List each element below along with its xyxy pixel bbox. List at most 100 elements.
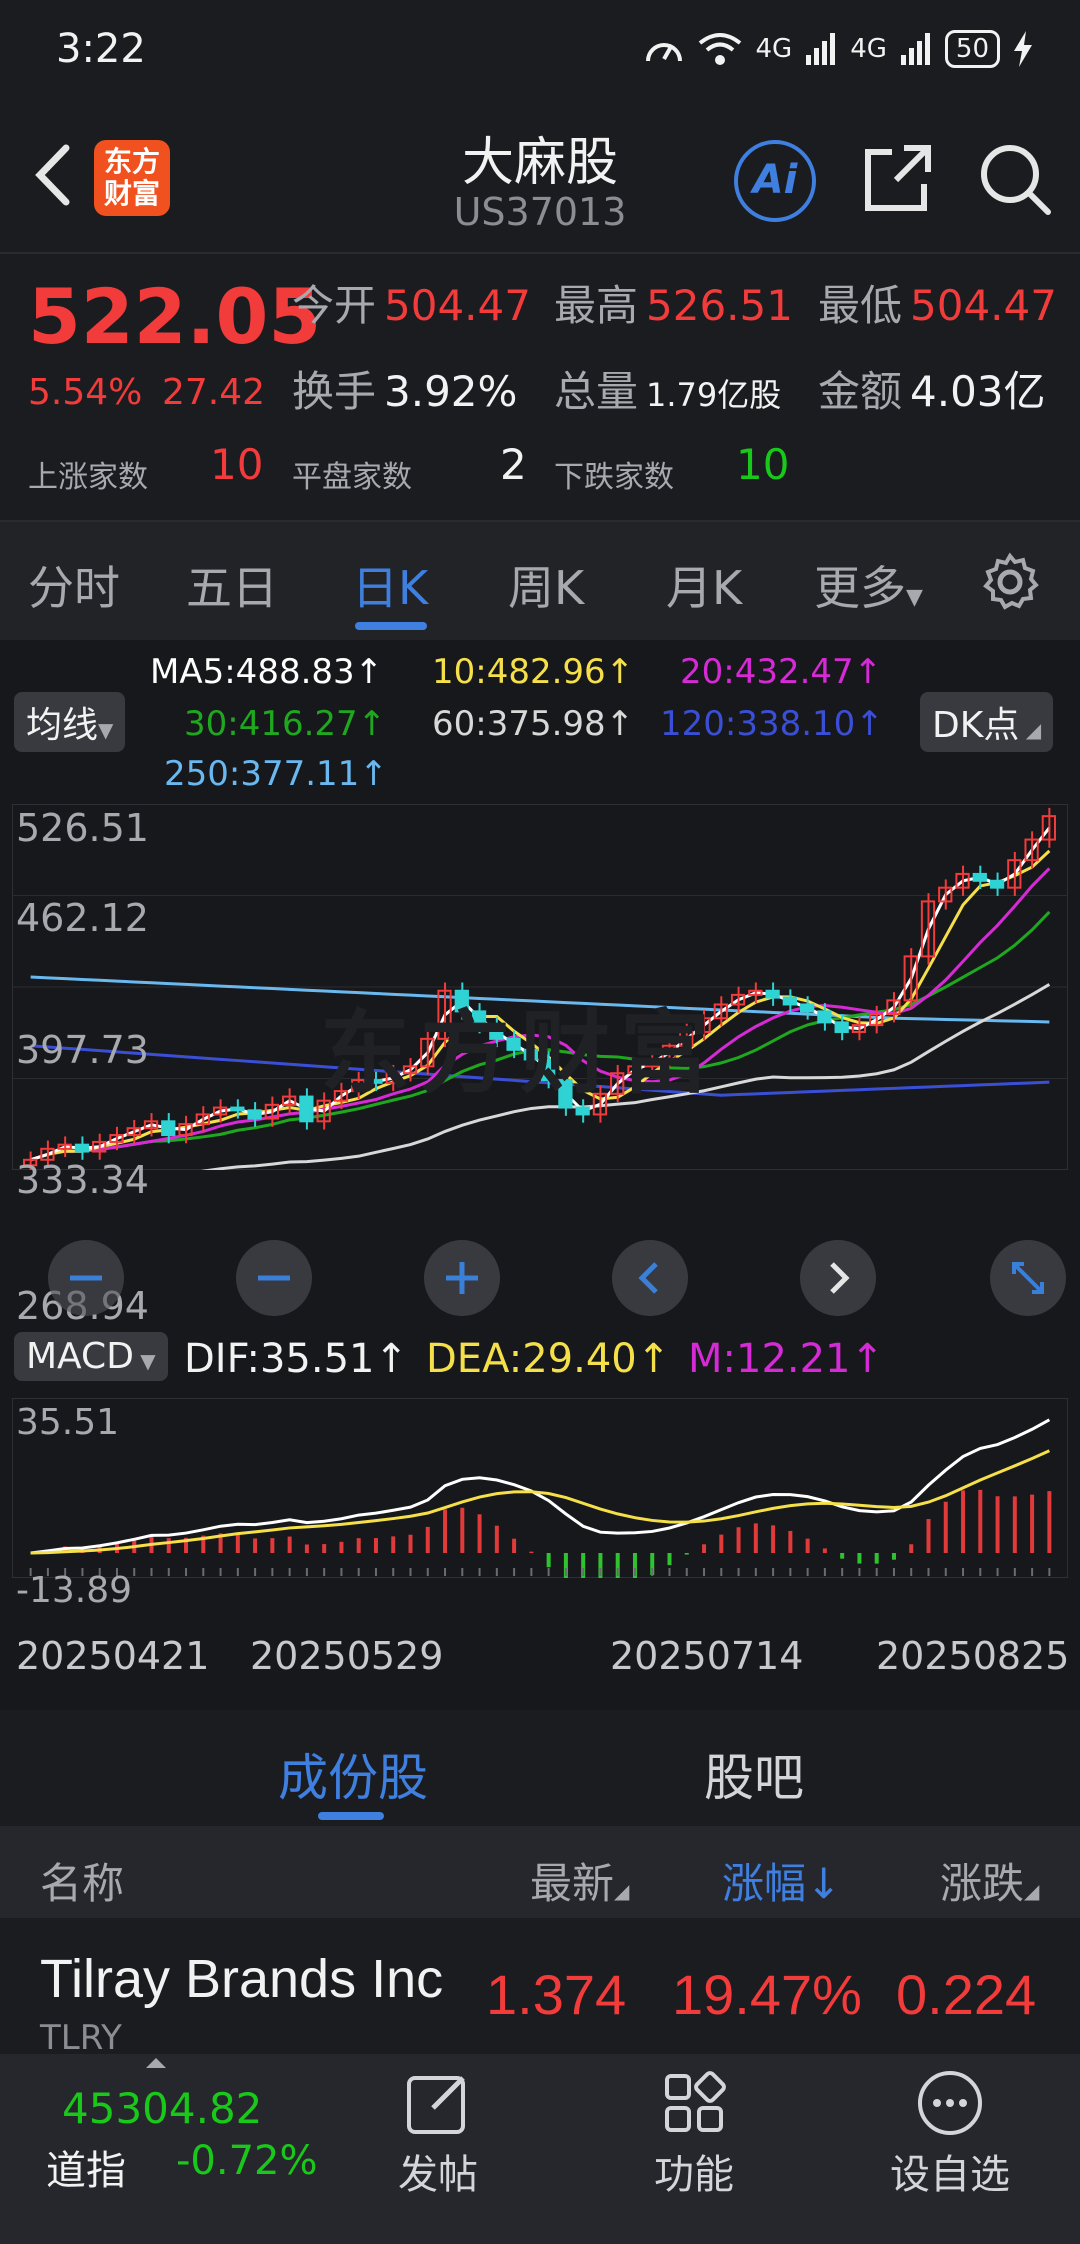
candle — [247, 1109, 262, 1120]
zoom-out-button[interactable] — [48, 1240, 124, 1316]
macd-dea: DEA:29.40↑ — [426, 1336, 671, 1382]
nav-bar: 东方 财富 大麻股 US37013 Ai — [0, 100, 1080, 250]
stock-code: TLRY — [40, 2018, 122, 2054]
macd-select-button[interactable]: MACD ▼ — [14, 1332, 168, 1381]
amount-cell: 金额 4.03亿 — [818, 367, 1046, 416]
change-pct: 5.54% — [28, 372, 143, 413]
tab-underline — [355, 622, 427, 630]
ma5-label: MA5:488.83↑ — [150, 652, 384, 692]
ma20-label: 20:432.47↑ — [680, 652, 883, 692]
charging-icon — [1014, 31, 1032, 67]
col-change-pct[interactable]: 涨幅↓ — [722, 1850, 841, 1911]
tab-five-day[interactable]: 五日 — [186, 552, 278, 618]
section-tabs: 成份股 股吧 — [0, 1710, 1080, 1825]
macd-chart[interactable] — [12, 1398, 1068, 1578]
volume-cell: 总量 1.79亿股 — [554, 367, 782, 416]
col-name[interactable]: 名称 — [40, 1850, 124, 1911]
tab-intraday[interactable]: 分时 — [28, 552, 120, 618]
tab-constituents[interactable]: 成份股 — [278, 1738, 428, 1810]
section-underline — [318, 1812, 384, 1820]
col-change[interactable]: 涨跌◢ — [940, 1850, 1039, 1911]
ma60-label: 60:375.98↑ — [432, 704, 635, 744]
wifi-icon — [698, 33, 741, 65]
candle — [782, 996, 798, 1006]
price-axis-max: 526.51 — [16, 806, 149, 850]
candle — [299, 1095, 314, 1123]
status-bar: 3:22 4G 4G 50 — [0, 0, 1080, 100]
col-last[interactable]: 最新◢ — [530, 1850, 629, 1911]
candle — [989, 879, 1005, 889]
ma10-label: 10:482.96↑ — [432, 652, 635, 692]
dk-point-button[interactable]: DK点 ◢ — [920, 692, 1054, 752]
ai-assistant-button[interactable]: Ai — [734, 140, 816, 222]
candle — [817, 1010, 832, 1024]
scroll-left-button[interactable] — [612, 1240, 688, 1316]
add-watchlist-button[interactable]: 设自选 — [880, 2068, 1020, 2200]
table-header: 名称 最新◢ 涨幅↓ 涨跌◢ — [0, 1826, 1080, 1918]
period-tabs: 分时 五日 日K 周K 月K 更多▼ — [0, 520, 1080, 640]
date-label-2: 20250529 — [250, 1634, 444, 1678]
status-icons: 4G 4G 50 — [644, 30, 1032, 68]
candle — [972, 872, 987, 882]
tab-weekly-k[interactable]: 周K — [508, 552, 584, 618]
ma30-label: 30:416.27↑ — [184, 704, 387, 744]
change-value: 27.42 — [162, 372, 266, 413]
bottom-bar: 45304.82 道指 -0.72% 发帖 功能 设自选 — [0, 2054, 1080, 2244]
macd-axis-max: 35.51 — [16, 1402, 120, 1443]
scroll-right-button[interactable] — [800, 1240, 876, 1316]
stock-last: 1.374 — [486, 1963, 627, 2026]
up-count-label: 上涨家数 — [28, 460, 148, 495]
signal-icon — [806, 33, 836, 65]
fullscreen-button[interactable] — [990, 1240, 1066, 1316]
post-button[interactable]: 发帖 — [368, 2068, 508, 2200]
speed-icon — [645, 43, 682, 62]
macd-dif: DIF:35.51↑ — [184, 1336, 409, 1382]
ma120-label: 120:338.10↑ — [660, 704, 884, 744]
stock-pct: 19.47% — [672, 1963, 862, 2026]
status-time: 3:22 — [56, 26, 146, 72]
zoom-in-button[interactable] — [424, 1240, 500, 1316]
tab-daily-k[interactable]: 日K — [352, 552, 428, 618]
grid-icon — [665, 2071, 726, 2132]
candle — [74, 1143, 90, 1153]
tab-monthly-k[interactable]: 月K — [666, 552, 742, 618]
tab-more[interactable]: 更多▼ — [814, 552, 923, 618]
ma250-label: 250:377.11↑ — [164, 754, 388, 794]
more-icon — [918, 2071, 982, 2135]
down-count: 10 — [736, 440, 790, 489]
index-name[interactable]: 道指 — [46, 2138, 126, 2196]
search-icon[interactable] — [976, 140, 1052, 216]
kline-chart-area: MA5:488.83↑ 10:482.96↑ 20:432.47↑ 均线▼ 30… — [0, 640, 1080, 1710]
gear-icon[interactable] — [980, 552, 1040, 612]
signal2-label: 4G — [850, 34, 887, 64]
high-cell: 最高 526.51 — [554, 281, 793, 330]
candle — [834, 1021, 849, 1033]
share-icon[interactable] — [862, 142, 934, 214]
tab-forum[interactable]: 股吧 — [704, 1738, 804, 1810]
zoom-out-button-2[interactable] — [236, 1240, 312, 1316]
flat-count-label: 平盘家数 — [292, 460, 412, 495]
up-count: 10 — [210, 440, 264, 489]
turnover-cell: 换手 3.92% — [292, 367, 518, 416]
dea-line — [30, 1449, 1050, 1555]
date-label-3: 20250714 — [610, 1634, 804, 1678]
battery-icon: 50 — [944, 30, 1000, 68]
expand-up-icon[interactable] — [146, 2056, 166, 2068]
candle — [765, 989, 780, 999]
ma-select-button[interactable]: 均线▼ — [14, 692, 126, 752]
price-axis-2: 462.12 — [16, 896, 149, 940]
macd-axis-min: -13.89 — [16, 1570, 133, 1611]
candle — [230, 1106, 245, 1112]
date-label-4: 20250825 — [876, 1634, 1070, 1678]
low-cell: 最低 504.47 — [818, 281, 1057, 330]
watermark: 东方财富 — [320, 1001, 720, 1106]
table-row[interactable]: Tilray Brands Inc TLRY 1.374 19.47% 0.22… — [0, 1918, 1080, 2054]
signal1-label: 4G — [755, 34, 793, 64]
function-button[interactable]: 功能 — [624, 2068, 764, 2200]
open-cell: 今开 504.47 — [292, 281, 531, 330]
candle — [161, 1120, 176, 1137]
macd-m: M:12.21↑ — [688, 1336, 885, 1382]
dif-line — [30, 1418, 1051, 1555]
index-change: -0.72% — [176, 2138, 318, 2184]
price-axis-3: 397.73 — [16, 1028, 149, 1072]
